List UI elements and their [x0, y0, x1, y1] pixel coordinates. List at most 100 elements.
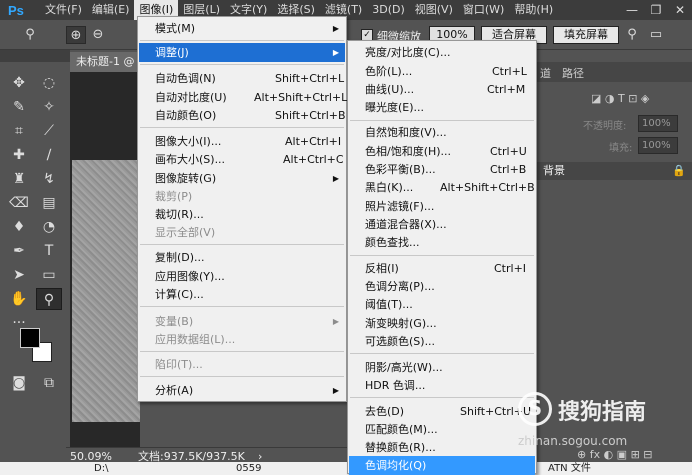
document-canvas[interactable] [72, 160, 140, 422]
menu-item-curves[interactable]: 曲线(U)... Ctrl+M [349, 80, 535, 99]
menu-item-gradient-map[interactable]: 渐变映射(G)... [349, 314, 535, 333]
healing-brush-icon[interactable]: ✚ [6, 144, 32, 166]
menu-item-brightness-contrast[interactable]: 亮度/对比度(C)... [349, 43, 535, 62]
menu-item-color-lookup[interactable]: 颜色查找... [349, 233, 535, 252]
quick-mask-icon[interactable]: ◙ [6, 372, 32, 394]
menu-view[interactable]: 视图(V) [410, 0, 458, 20]
taskbar-item-0559[interactable]: 0559 [236, 462, 261, 475]
fill-screen-button[interactable]: 填充屏幕 [553, 26, 619, 44]
fill-row: 填充: 100% [537, 136, 692, 158]
menu-item-trim[interactable]: 裁切(R)... [139, 205, 345, 224]
pen-tool-icon[interactable]: ✒ [6, 240, 32, 262]
menu-item-auto-color[interactable]: 自动颜色(O) Shift+Ctrl+B [139, 106, 346, 125]
blur-tool-icon[interactable]: ♦ [6, 216, 32, 238]
menu-item-mode[interactable]: 模式(M) ▶ [139, 19, 345, 38]
lasso-tool-icon[interactable]: ◌ [36, 72, 62, 94]
menu-item-black-white[interactable]: 黑白(K)... Alt+Shift+Ctrl+B [349, 178, 535, 197]
dodge-tool-icon[interactable]: ◔ [36, 216, 62, 238]
tools-panel: ✥ ◌ ✎ ✧ ⌗ ⟋ ✚ ∕ ♜ ↯ ⌫ ▤ ♦ ◔ ✒ T ➤ ▭ ✋ ⚲ … [4, 70, 66, 400]
quick-select-icon[interactable]: ✎ [6, 96, 32, 118]
menu-item-apply-image[interactable]: 应用图像(Y)... [139, 267, 345, 286]
gradient-icon[interactable]: ▤ [36, 192, 62, 214]
taskbar-item-atn[interactable]: ATN 文件 [548, 462, 591, 475]
menu-item-image-rotation[interactable]: 图像旋转(G) ▶ [139, 169, 345, 188]
canvas-area [70, 72, 140, 447]
menu-item-adjustments[interactable]: 调整(J) ▶ [139, 43, 345, 62]
menu-item-duplicate[interactable]: 复制(D)... [139, 248, 345, 267]
menu-item-shadows-highlights[interactable]: 阴影/高光(W)... [349, 358, 535, 377]
menu-item-hdr-toning[interactable]: HDR 色调... [349, 376, 535, 395]
move-tool-icon[interactable]: ✥ [6, 72, 32, 94]
brush-tool-icon[interactable]: ∕ [36, 144, 62, 166]
menu-item-auto-tone[interactable]: 自动色调(N) Shift+Ctrl+L [139, 69, 345, 88]
menu-item-desaturate[interactable]: 去色(D) Shift+Ctrl+U [349, 402, 535, 421]
app-logo: Ps [8, 2, 24, 18]
menu-item-apply-data-set[interactable]: 应用数据组(L)... [139, 330, 345, 349]
menu-item-replace-color[interactable]: 替换颜色(R)... [349, 438, 535, 457]
close-icon[interactable]: ✕ [668, 0, 692, 20]
type-tool-icon[interactable]: T [36, 240, 62, 262]
search-icon[interactable]: ⚲ [622, 26, 642, 44]
workspace-icon[interactable]: ▭ [646, 26, 666, 44]
hand-tool-icon[interactable]: ✋ [6, 288, 32, 310]
zoom-tool-icon[interactable]: ⚲ [36, 288, 62, 310]
menu-item-posterize[interactable]: 色调分离(P)... [349, 277, 535, 296]
menu-3d[interactable]: 3D(D) [367, 0, 410, 20]
rectangle-tool-icon[interactable]: ▭ [36, 264, 62, 286]
menu-item-canvas-size[interactable]: 画布大小(S)... Alt+Ctrl+C [139, 150, 345, 169]
menu-item-auto-contrast[interactable]: 自动对比度(U) Alt+Shift+Ctrl+L [139, 88, 347, 107]
menu-file[interactable]: 文件(F) [40, 0, 87, 20]
toolbar-header [0, 50, 70, 62]
screen-mode-icon[interactable]: ⧉ [36, 372, 62, 394]
sogou-watermark: S 搜狗指南 zhinan.sogou.com [518, 390, 688, 450]
menu-item-vibrance[interactable]: 自然饱和度(V)... [349, 123, 535, 142]
menu-item-match-color[interactable]: 匹配颜色(M)... [349, 420, 535, 439]
menu-item-exposure[interactable]: 曝光度(E)... [349, 98, 535, 117]
menu-item-photo-filter[interactable]: 照片滤镜(F)... [349, 197, 535, 216]
menu-item-crop[interactable]: 裁剪(P) [139, 187, 345, 206]
zoom-out-icon[interactable]: ⊖ [88, 26, 108, 44]
opacity-field[interactable]: 100% [638, 115, 678, 132]
magic-wand-icon[interactable]: ✧ [36, 96, 62, 118]
clone-stamp-icon[interactable]: ♜ [6, 168, 32, 190]
zoom-tool-icon[interactable]: ⚲ [20, 26, 40, 44]
layer-name: 背景 [543, 164, 565, 177]
taskbar-item-d[interactable]: D:\ [94, 462, 108, 475]
menu-item-channel-mixer[interactable]: 通道混合器(X)... [349, 215, 535, 234]
menu-item-analysis[interactable]: 分析(A) ▶ [139, 381, 345, 400]
menu-help[interactable]: 帮助(H) [509, 0, 558, 20]
lock-icon[interactable]: 🔒 [672, 162, 686, 180]
layer-background[interactable]: 背景 🔒 [537, 162, 692, 180]
zoom-in-icon[interactable]: ⊕ [66, 26, 86, 44]
menu-item-variables[interactable]: 变量(B) ▶ [139, 312, 345, 331]
menu-item-color-balance[interactable]: 色彩平衡(B)... Ctrl+B [349, 160, 535, 179]
menu-item-selective-color[interactable]: 可选颜色(S)... [349, 332, 535, 351]
minimize-icon[interactable]: — [620, 0, 644, 20]
menu-item-calculations[interactable]: 计算(C)... [139, 285, 345, 304]
eraser-icon[interactable]: ⌫ [6, 192, 32, 214]
menu-item-equalize[interactable]: 色调均化(Q) [349, 456, 535, 475]
menu-item-invert[interactable]: 反相(I) Ctrl+I [349, 259, 535, 278]
history-brush-icon[interactable]: ↯ [36, 168, 62, 190]
path-select-icon[interactable]: ➤ [6, 264, 32, 286]
menu-edit[interactable]: 编辑(E) [87, 0, 135, 20]
menu-window[interactable]: 窗口(W) [458, 0, 509, 20]
menu-item-image-size[interactable]: 图像大小(I)... Alt+Ctrl+I [139, 132, 345, 151]
document-tab[interactable]: 未标题-1 @ [70, 52, 140, 72]
filter-icons[interactable]: ◪ ◑ T ⊡ ◈ [591, 92, 649, 105]
tab-channels[interactable]: 道 [540, 65, 551, 81]
menu-item-trap[interactable]: 陷印(T)... [139, 355, 345, 374]
menu-item-reveal-all[interactable]: 显示全部(V) [139, 223, 345, 242]
foreground-color-swatch[interactable] [20, 328, 40, 348]
window-controls: — ❐ ✕ [620, 0, 692, 20]
fill-label: 填充: [609, 143, 633, 154]
fill-field[interactable]: 100% [638, 137, 678, 154]
tab-paths[interactable]: 路径 [562, 65, 584, 81]
crop-tool-icon[interactable]: ⌗ [6, 120, 32, 142]
menu-item-levels[interactable]: 色阶(L)... Ctrl+L [349, 62, 535, 81]
menu-item-hue-saturation[interactable]: 色相/饱和度(H)... Ctrl+U [349, 142, 535, 161]
menu-item-threshold[interactable]: 阈值(T)... [349, 295, 535, 314]
eyedropper-icon[interactable]: ⟋ [36, 120, 62, 142]
watermark-url: zhinan.sogou.com [518, 434, 628, 448]
restore-icon[interactable]: ❐ [644, 0, 668, 20]
